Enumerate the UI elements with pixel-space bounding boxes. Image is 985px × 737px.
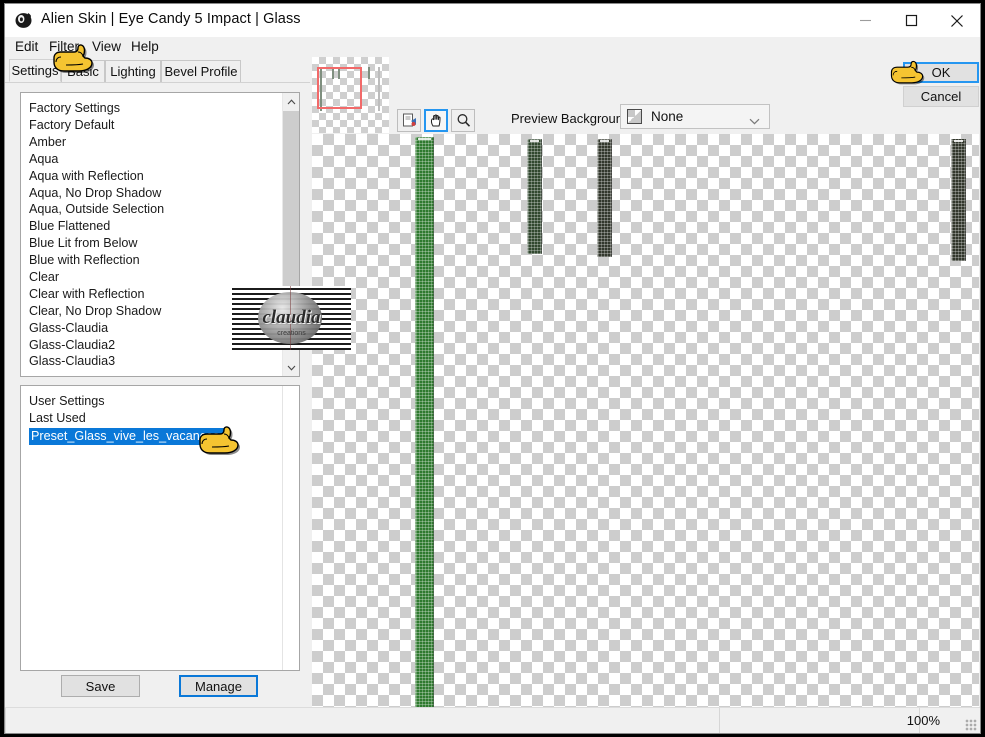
list-item[interactable]: Aqua with Reflection: [21, 168, 299, 185]
glass-bar-3: [597, 139, 616, 261]
list-item[interactable]: Blue with Reflection: [21, 252, 299, 269]
application-window: Alien Skin | Eye Candy 5 Impact | Glass …: [4, 3, 981, 734]
tab-bevel-profile[interactable]: Bevel Profile: [161, 60, 241, 82]
status-zoom-level: 100%: [906, 713, 940, 728]
menu-bar: Edit Filter View Help: [5, 37, 980, 57]
list-item[interactable]: Amber: [21, 134, 299, 151]
close-icon[interactable]: [934, 4, 980, 37]
watermark-text: claudia: [262, 307, 321, 328]
navigator-thumbnail[interactable]: [312, 57, 389, 133]
user-settings-list[interactable]: User Settings Last Used Preset_Glass_viv…: [20, 385, 300, 671]
hand-pointer-ok: [889, 59, 927, 85]
minimize-icon[interactable]: [842, 4, 888, 37]
user-list-scrollbar[interactable]: [282, 386, 299, 670]
save-preview-icon[interactable]: [397, 109, 421, 132]
pan-hand-icon[interactable]: [424, 109, 448, 132]
chevron-down-icon[interactable]: [749, 112, 760, 130]
alien-eye-icon: [15, 12, 32, 29]
list-item[interactable]: Aqua, No Drop Shadow: [21, 185, 299, 202]
tab-lighting[interactable]: Lighting: [105, 60, 161, 82]
hand-pointer-filter-menu: [51, 42, 97, 74]
preview-background-select[interactable]: None: [620, 104, 770, 129]
glass-bar-1: [415, 137, 438, 712]
navigator-roi-rect[interactable]: [317, 67, 362, 109]
checker-swatch-icon: [627, 109, 642, 124]
navigator-bar: [378, 67, 380, 111]
list-item[interactable]: Glass-Claudia3: [21, 353, 299, 370]
list-item[interactable]: Aqua, Outside Selection: [21, 201, 299, 218]
glass-bar-4: [951, 139, 970, 265]
list-item-selected[interactable]: Preset_Glass_vive_les_vacances: [29, 427, 226, 445]
status-cell: [719, 708, 919, 733]
preview-background-value: None: [651, 109, 684, 124]
zoom-magnifier-icon[interactable]: [451, 109, 475, 132]
watermark-subtext: creations: [277, 330, 306, 337]
list-item[interactable]: Blue Lit from Below: [21, 235, 299, 252]
list-item[interactable]: Last Used: [21, 410, 299, 427]
save-button[interactable]: Save: [61, 675, 140, 697]
hand-pointer-preset: [197, 424, 243, 456]
menu-help[interactable]: Help: [129, 39, 161, 54]
menu-edit[interactable]: Edit: [13, 39, 40, 54]
chevron-up-icon[interactable]: [283, 93, 299, 110]
preview-background-label: Preview Background:: [511, 111, 634, 126]
list-item[interactable]: Blue Flattened: [21, 218, 299, 235]
preview-canvas[interactable]: [312, 134, 979, 712]
claudia-watermark: claudia creations: [232, 286, 351, 350]
tab-underline: [5, 82, 310, 83]
manage-button[interactable]: Manage: [179, 675, 258, 697]
navigator-bar: [368, 67, 370, 79]
window-controls: [842, 4, 980, 37]
chevron-down-icon[interactable]: [283, 359, 299, 376]
maximize-icon[interactable]: [888, 4, 934, 37]
title-bar: Alien Skin | Eye Candy 5 Impact | Glass: [5, 4, 980, 37]
cancel-button[interactable]: Cancel: [903, 86, 979, 107]
factory-settings-header: Factory Settings: [29, 101, 120, 115]
window-title: Alien Skin | Eye Candy 5 Impact | Glass: [41, 11, 301, 27]
status-cell: [5, 708, 719, 733]
screenshot-root: Alien Skin | Eye Candy 5 Impact | Glass …: [0, 0, 985, 737]
status-bar: 100%: [5, 707, 980, 733]
resize-grip-icon[interactable]: [965, 719, 977, 731]
user-settings-header: User Settings: [29, 394, 105, 408]
list-item[interactable]: Clear: [21, 269, 299, 286]
list-item[interactable]: Factory Default: [21, 117, 299, 134]
list-item[interactable]: Aqua: [21, 151, 299, 168]
glass-bar-2: [527, 139, 546, 258]
